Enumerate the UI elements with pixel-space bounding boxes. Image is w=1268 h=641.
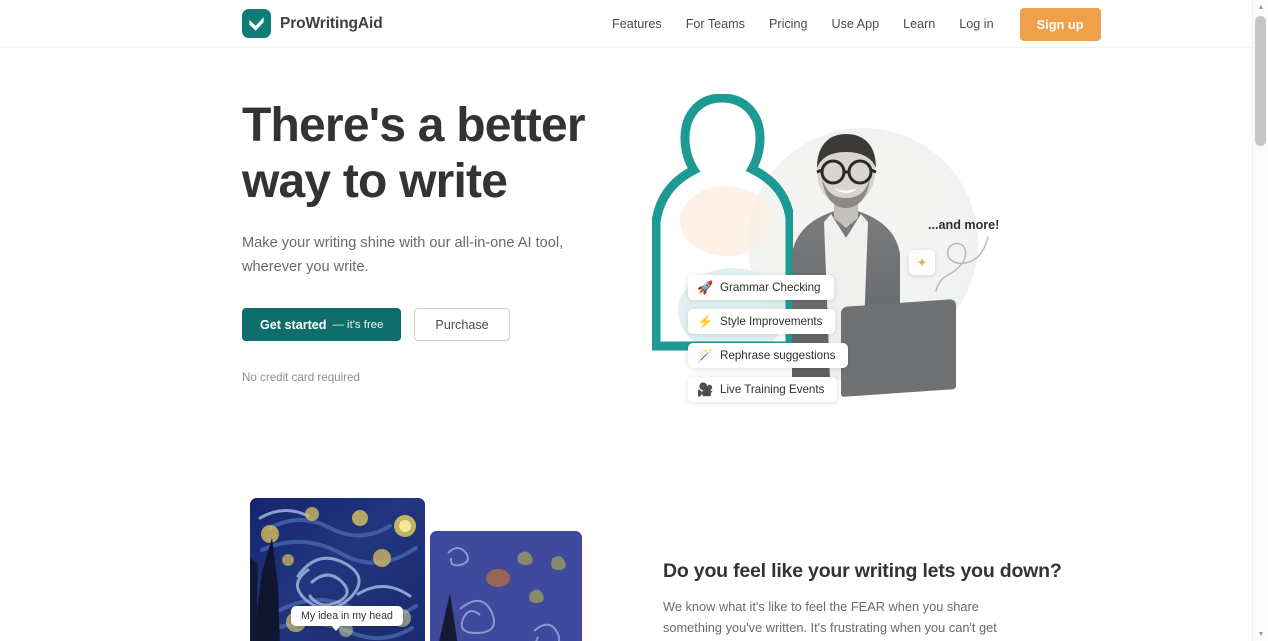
get-started-label: Get started xyxy=(260,317,327,332)
and-more-annotation: ...and more! xyxy=(928,218,1000,232)
browser-viewport: ProWritingAid Features For Teams Pricing… xyxy=(0,0,1252,641)
feature-pill-label: Style Improvements xyxy=(720,315,823,328)
main-navigation: Features For Teams Pricing Use App Learn… xyxy=(600,0,1101,48)
curly-arrow-squiggle-icon xyxy=(935,236,989,292)
get-started-sublabel: — it's free xyxy=(332,318,384,331)
nav-item-learn[interactable]: Learn xyxy=(891,11,947,37)
brand-logo-link[interactable]: ProWritingAid xyxy=(242,9,383,38)
hero-cta-group: Get started — it's free Purchase xyxy=(242,308,632,341)
feature-pill-list: 🚀 Grammar Checking ⚡ Style Improvements … xyxy=(688,275,849,402)
scroll-up-arrow-icon[interactable]: ▲ xyxy=(1253,0,1268,14)
hero-section: There's a better way to write Make your … xyxy=(0,48,1252,458)
sparkle-icon: ✦ xyxy=(909,250,935,275)
magic-wand-icon: 🪄 xyxy=(697,348,714,363)
laptop-shape xyxy=(841,298,956,398)
video-camera-icon: 🎥 xyxy=(697,382,714,397)
prowritingaid-logo-icon xyxy=(242,9,271,38)
feature-pill-grammar-checking[interactable]: 🚀 Grammar Checking xyxy=(688,275,834,300)
flat-starry-night-panel xyxy=(430,531,582,641)
lightning-icon: ⚡ xyxy=(697,314,714,329)
vertical-scrollbar[interactable]: ▲ ▼ xyxy=(1252,0,1268,641)
nav-item-log-in[interactable]: Log in xyxy=(947,11,1005,37)
feature-pill-style-improvements[interactable]: ⚡ Style Improvements xyxy=(688,309,836,334)
get-started-button[interactable]: Get started — it's free xyxy=(242,308,402,341)
starry-night-illustration-group: My idea in my head xyxy=(250,498,620,641)
nav-item-for-teams[interactable]: For Teams xyxy=(674,11,757,37)
feature-pill-label: Rephrase suggestions xyxy=(720,349,836,362)
hero-copy: There's a better way to write Make your … xyxy=(242,98,632,384)
section-two-title: Do you feel like your writing lets you d… xyxy=(663,560,1062,582)
scroll-down-arrow-icon[interactable]: ▼ xyxy=(1253,627,1268,641)
section-two-copy: Do you feel like your writing lets you d… xyxy=(663,560,1062,641)
brand-name: ProWritingAid xyxy=(280,14,383,32)
flat-starry-night-art xyxy=(430,531,582,641)
scrollbar-thumb[interactable] xyxy=(1255,16,1266,146)
feature-pill-label: Live Training Events xyxy=(720,383,825,396)
rocket-icon: 🚀 xyxy=(697,280,714,295)
page-root: ProWritingAid Features For Teams Pricing… xyxy=(0,0,1268,641)
nav-item-features[interactable]: Features xyxy=(600,11,674,37)
hero-subtitle: Make your writing shine with our all-in-… xyxy=(242,235,564,275)
site-header: ProWritingAid Features For Teams Pricing… xyxy=(0,0,1252,48)
hero-illustration: ...and more! ✦ 🚀 Grammar Checking ⚡ Styl… xyxy=(652,94,1020,430)
nav-item-use-app[interactable]: Use App xyxy=(819,11,891,37)
no-credit-card-note: No credit card required xyxy=(242,371,360,384)
feature-pill-live-training-events[interactable]: 🎥 Live Training Events xyxy=(688,377,838,402)
section-two-body: We know what it's like to feel the FEAR … xyxy=(663,599,997,641)
purchase-button[interactable]: Purchase xyxy=(414,308,510,341)
nav-item-pricing[interactable]: Pricing xyxy=(757,11,820,37)
writing-lets-you-down-section: My idea in my head Do you feel like your… xyxy=(0,470,1252,641)
page-title: There's a better way to write xyxy=(242,99,586,209)
feature-pill-label: Grammar Checking xyxy=(720,281,821,294)
idea-in-my-head-caption: My idea in my head xyxy=(291,606,403,631)
sign-up-button[interactable]: Sign up xyxy=(1019,7,1101,41)
feature-pill-rephrase-suggestions[interactable]: 🪄 Rephrase suggestions xyxy=(688,343,849,368)
